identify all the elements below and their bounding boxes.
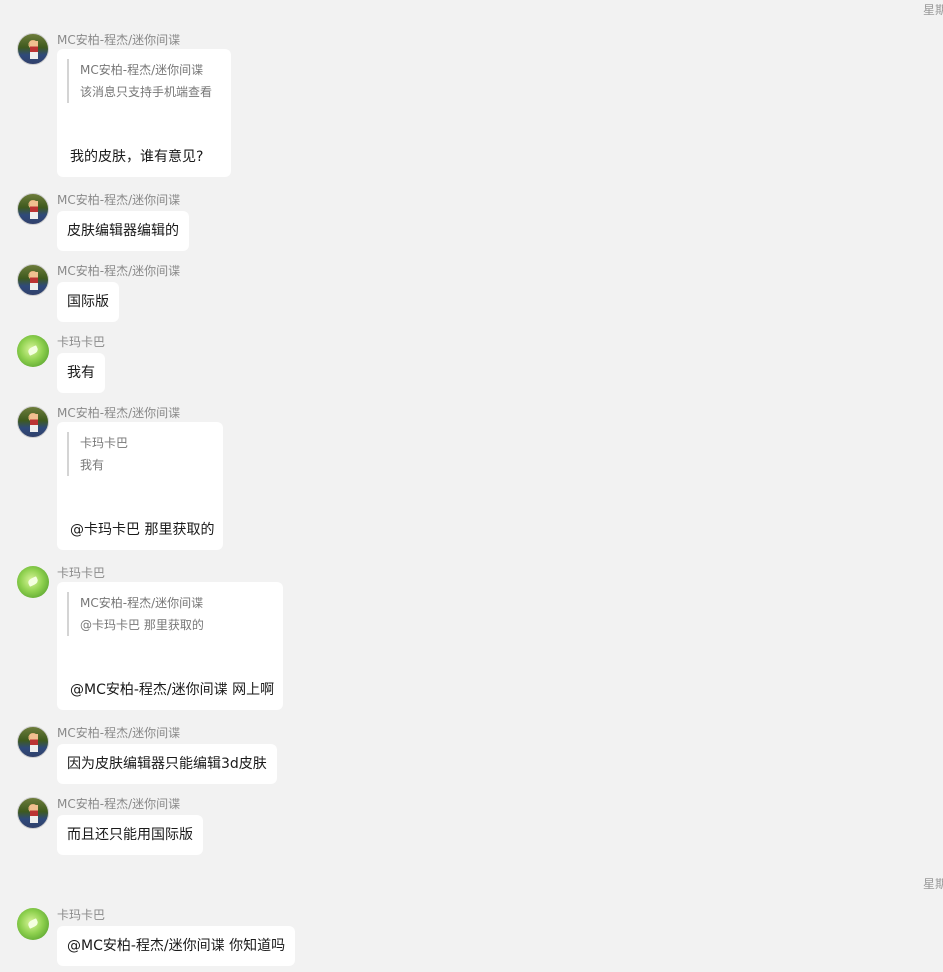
sender-name: 卡玛卡巴 bbox=[57, 908, 106, 922]
message-text: 国际版 bbox=[67, 294, 109, 310]
timestamp: 星期 bbox=[923, 877, 943, 891]
avatar[interactable] bbox=[17, 193, 49, 225]
avatar-leaf-icon bbox=[26, 576, 40, 587]
avatar[interactable] bbox=[17, 908, 49, 940]
quoted-text: 该消息只支持手机端查看 bbox=[80, 85, 213, 99]
message-text: @MC安柏-程杰/迷你间谍 网上啊 bbox=[70, 682, 275, 698]
message-item: MC安柏-程杰/迷你间谍 而且还只能用国际版 bbox=[17, 795, 237, 855]
quoted-author: MC安柏-程杰/迷你间谍 bbox=[80, 63, 204, 77]
message-text: 我有 bbox=[67, 365, 95, 381]
message-text: 因为皮肤编辑器只能编辑3d皮肤 bbox=[67, 756, 267, 772]
timestamp: 星期 bbox=[923, 3, 943, 17]
message-item: MC安柏-程杰/迷你间谍 卡玛卡巴 我有 @卡玛卡巴 那里获取的 bbox=[17, 404, 237, 552]
sender-name: 卡玛卡巴 bbox=[57, 566, 106, 580]
avatar[interactable] bbox=[17, 33, 49, 65]
avatar-figure-icon bbox=[30, 272, 38, 290]
quoted-message[interactable]: 卡玛卡巴 我有 bbox=[67, 432, 128, 476]
avatar-figure-icon bbox=[30, 805, 38, 823]
message-item: 卡玛卡巴 @MC安柏-程杰/迷你间谍 你知道吗 bbox=[17, 906, 307, 966]
avatar-figure-icon bbox=[30, 201, 38, 219]
avatar[interactable] bbox=[17, 406, 49, 438]
quoted-message[interactable]: MC安柏-程杰/迷你间谍 该消息只支持手机端查看 bbox=[67, 59, 212, 103]
sender-name: MC安柏-程杰/迷你间谍 bbox=[57, 264, 181, 278]
sender-name: MC安柏-程杰/迷你间谍 bbox=[57, 797, 181, 811]
quoted-message[interactable]: MC安柏-程杰/迷你间谍 @卡玛卡巴 那里获取的 bbox=[67, 592, 204, 636]
message-item: MC安柏-程杰/迷你间谍 国际版 bbox=[17, 262, 217, 322]
message-item: MC安柏-程杰/迷你间谍 MC安柏-程杰/迷你间谍 该消息只支持手机端查看 我的… bbox=[17, 31, 247, 179]
quoted-author: MC安柏-程杰/迷你间谍 bbox=[80, 596, 204, 610]
message-item: MC安柏-程杰/迷你间谍 因为皮肤编辑器只能编辑3d皮肤 bbox=[17, 724, 287, 784]
message-bubble[interactable]: 而且还只能用国际版 bbox=[57, 815, 203, 855]
message-text: 我的皮肤，谁有意见? bbox=[70, 149, 204, 165]
message-bubble[interactable]: MC安柏-程杰/迷你间谍 该消息只支持手机端查看 我的皮肤，谁有意见? bbox=[57, 49, 231, 177]
avatar[interactable] bbox=[17, 566, 49, 598]
chat-message-list[interactable]: 星期 MC安柏-程杰/迷你间谍 MC安柏-程杰/迷你间谍 该消息只支持手机端查看… bbox=[0, 0, 943, 972]
avatar-figure-icon bbox=[30, 41, 38, 59]
sender-name: 卡玛卡巴 bbox=[57, 335, 106, 349]
message-text: 皮肤编辑器编辑的 bbox=[67, 223, 179, 239]
message-item: MC安柏-程杰/迷你间谍 皮肤编辑器编辑的 bbox=[17, 191, 217, 251]
avatar[interactable] bbox=[17, 726, 49, 758]
quoted-author: 卡玛卡巴 bbox=[80, 436, 129, 450]
sender-name: MC安柏-程杰/迷你间谍 bbox=[57, 726, 181, 740]
message-bubble[interactable]: 因为皮肤编辑器只能编辑3d皮肤 bbox=[57, 744, 277, 784]
message-item: 卡玛卡巴 MC安柏-程杰/迷你间谍 @卡玛卡巴 那里获取的 @MC安柏-程杰/迷… bbox=[17, 564, 287, 712]
avatar-leaf-icon bbox=[26, 918, 40, 929]
message-text: @卡玛卡巴 那里获取的 bbox=[70, 522, 215, 538]
avatar[interactable] bbox=[17, 797, 49, 829]
message-bubble[interactable]: MC安柏-程杰/迷你间谍 @卡玛卡巴 那里获取的 @MC安柏-程杰/迷你间谍 网… bbox=[57, 582, 283, 710]
avatar-figure-icon bbox=[30, 414, 38, 432]
sender-name: MC安柏-程杰/迷你间谍 bbox=[57, 33, 181, 47]
sender-name: MC安柏-程杰/迷你间谍 bbox=[57, 406, 181, 420]
avatar-figure-icon bbox=[30, 734, 38, 752]
message-text: 而且还只能用国际版 bbox=[67, 827, 193, 843]
message-bubble[interactable]: 国际版 bbox=[57, 282, 119, 322]
avatar-leaf-icon bbox=[26, 345, 40, 356]
message-item: 卡玛卡巴 我有 bbox=[17, 333, 217, 393]
message-bubble[interactable]: 卡玛卡巴 我有 @卡玛卡巴 那里获取的 bbox=[57, 422, 223, 550]
message-bubble[interactable]: @MC安柏-程杰/迷你间谍 你知道吗 bbox=[57, 926, 296, 966]
sender-name: MC安柏-程杰/迷你间谍 bbox=[57, 193, 181, 207]
quoted-text: 我有 bbox=[80, 458, 105, 472]
quoted-text: @卡玛卡巴 那里获取的 bbox=[80, 618, 204, 632]
avatar[interactable] bbox=[17, 335, 49, 367]
message-bubble[interactable]: 我有 bbox=[57, 353, 105, 393]
message-text: @MC安柏-程杰/迷你间谍 你知道吗 bbox=[67, 938, 286, 954]
avatar[interactable] bbox=[17, 264, 49, 296]
message-bubble[interactable]: 皮肤编辑器编辑的 bbox=[57, 211, 189, 251]
